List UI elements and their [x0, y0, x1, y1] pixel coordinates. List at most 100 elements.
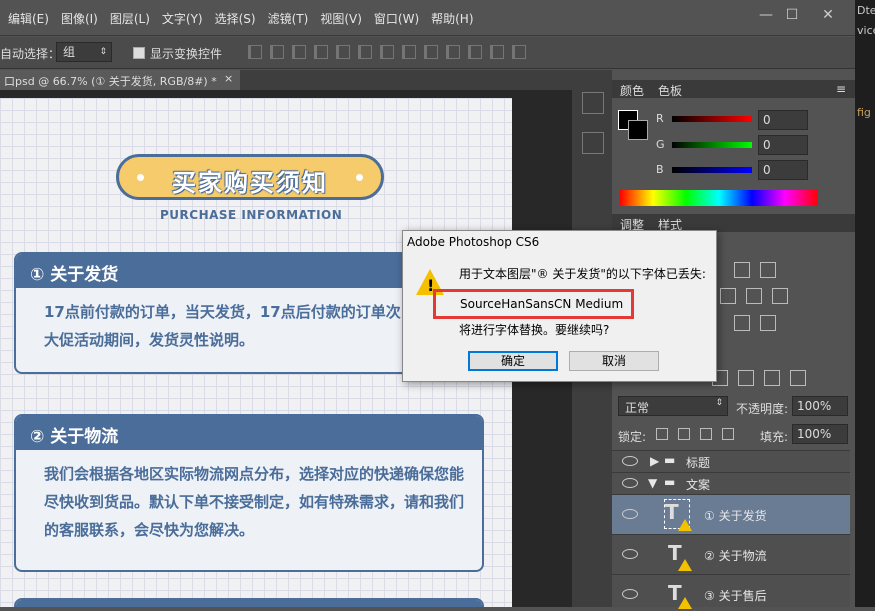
section-card-logistics: ② 关于物流 我们会根据各地区实际物流网点分布，选择对应的快递确保您能尽快收到货… — [14, 414, 484, 572]
background-text: fig — [857, 106, 871, 119]
layer-name: 文案 — [686, 478, 711, 492]
menu-edit[interactable]: 编辑(E) — [8, 10, 49, 27]
background-text: vice — [857, 24, 875, 37]
menu-image[interactable]: 图像(I) — [61, 10, 98, 27]
menu-select[interactable]: 选择(S) — [215, 10, 256, 27]
auto-select-dropdown[interactable]: 组 ⇕ — [56, 42, 112, 62]
expand-arrow-icon[interactable]: ▶ — [650, 454, 659, 468]
ok-button[interactable]: 确定 — [468, 351, 558, 371]
gradient-icon[interactable] — [760, 315, 776, 331]
missing-font-highlight: SourceHanSansCN Medium — [433, 289, 634, 319]
layer-row-text-selected[interactable]: T ① 关于发货 — [612, 494, 850, 534]
eye-icon[interactable] — [622, 549, 638, 559]
layer-row-text[interactable]: T ② 关于物流 — [612, 534, 850, 574]
eye-icon[interactable] — [622, 509, 638, 519]
lock-all-icon[interactable] — [722, 428, 734, 440]
distribute-vcenter-icon[interactable] — [402, 45, 416, 59]
distribute-bottom-icon[interactable] — [424, 45, 438, 59]
menu-type[interactable]: 文字(Y) — [162, 10, 203, 27]
document-subtitle: PURCHASE INFORMATION — [160, 208, 343, 222]
opacity-input[interactable]: 100% — [792, 396, 848, 416]
auto-align-icon[interactable] — [512, 45, 526, 59]
folder-open-icon: ▬ — [664, 475, 676, 489]
adjustment-icons-row3 — [734, 315, 786, 331]
options-bar: 自动选择： 组 ⇕ 显示变换控件 — [0, 37, 855, 69]
lock-transparent-icon[interactable] — [656, 428, 668, 440]
color-spectrum[interactable] — [620, 190, 818, 206]
channel-g-label: G — [656, 138, 665, 151]
document-tab-bar: 口psd @ 66.7% (① 关于发货, RGB/8#) * × — [0, 70, 572, 90]
channel-r-slider[interactable] — [672, 116, 752, 122]
fill-input[interactable]: 100% — [792, 424, 848, 444]
align-left-icon[interactable] — [314, 45, 328, 59]
channel-b-slider[interactable] — [672, 167, 752, 173]
align-right-icon[interactable] — [358, 45, 372, 59]
restore-button[interactable]: ☐ — [778, 6, 806, 24]
layer-name: 标题 — [686, 456, 711, 470]
lock-icons — [656, 428, 744, 440]
layer-filter-icons — [712, 370, 816, 386]
dialog-question: 将进行字体替换。要继续吗? — [459, 323, 610, 337]
lock-pixels-icon[interactable] — [678, 428, 690, 440]
auto-select-label: 自动选择： — [0, 47, 61, 61]
layer-name: ① 关于发货 — [704, 509, 767, 523]
eye-icon[interactable] — [622, 589, 638, 599]
folder-icon: ▬ — [664, 453, 676, 467]
layer-row-text[interactable]: T ③ 关于售后 — [612, 574, 850, 609]
color-lookup-icon[interactable] — [772, 288, 788, 304]
channel-g-slider[interactable] — [672, 142, 752, 148]
panel-menu-icon[interactable]: ≡ — [836, 82, 846, 96]
blend-mode-dropdown[interactable]: 正常 ⇕ — [618, 396, 728, 416]
section-card-partial — [14, 598, 484, 607]
channel-mixer-icon[interactable] — [746, 288, 762, 304]
align-top-icon[interactable] — [248, 45, 262, 59]
photo-filter-icon[interactable] — [720, 288, 736, 304]
title-banner: 买家购买须知 — [116, 154, 384, 200]
cancel-button[interactable]: 取消 — [569, 351, 659, 371]
filter-smart-icon[interactable] — [790, 370, 806, 386]
minimize-button[interactable]: — — [752, 6, 780, 24]
channel-g-input[interactable]: 0 — [758, 135, 808, 155]
distribute-hcenter-icon[interactable] — [468, 45, 482, 59]
align-vcenter-icon[interactable] — [270, 45, 284, 59]
tab-color[interactable]: 颜色 — [620, 82, 644, 99]
close-button[interactable]: ✕ — [814, 6, 842, 24]
adjustment-icons-row2 — [720, 288, 798, 304]
properties-panel-icon[interactable] — [582, 132, 604, 154]
distribute-left-icon[interactable] — [446, 45, 460, 59]
eye-icon[interactable] — [622, 478, 638, 488]
document-tab[interactable]: 口psd @ 66.7% (① 关于发货, RGB/8#) * × — [0, 70, 240, 90]
distribute-top-icon[interactable] — [380, 45, 394, 59]
auto-select-value: 组 — [63, 45, 76, 59]
show-transform-checkbox[interactable] — [133, 47, 145, 59]
filter-type-icon[interactable] — [738, 370, 754, 386]
menu-view[interactable]: 视图(V) — [320, 10, 362, 27]
tab-swatches[interactable]: 色板 — [658, 82, 682, 99]
menu-help[interactable]: 帮助(H) — [431, 10, 473, 27]
triangle-icon[interactable] — [760, 262, 776, 278]
channel-r-label: R — [656, 112, 664, 125]
close-tab-icon[interactable]: × — [224, 72, 233, 85]
eye-icon[interactable] — [622, 456, 638, 466]
background-swatch[interactable] — [628, 120, 648, 140]
dialog-body: ! 用于文本图层"® 关于发货"的以下字体已丢失: SourceHanSansC… — [403, 255, 716, 381]
menu-window[interactable]: 窗口(W) — [374, 10, 419, 27]
menu-layer[interactable]: 图层(L) — [110, 10, 150, 27]
missing-font-dialog: Adobe Photoshop CS6 ! 用于文本图层"® 关于发货"的以下字… — [402, 230, 717, 382]
layer-row-group-copy[interactable]: ▼ ▬ 文案 — [612, 472, 850, 494]
channel-b-input[interactable]: 0 — [758, 160, 808, 180]
distribute-right-icon[interactable] — [490, 45, 504, 59]
gradient-map-icon[interactable] — [734, 262, 750, 278]
blend-mode-value: 正常 — [625, 401, 650, 415]
channel-r-input[interactable]: 0 — [758, 110, 808, 130]
collapse-arrow-icon[interactable]: ▼ — [648, 476, 657, 490]
filter-shape-icon[interactable] — [764, 370, 780, 386]
history-panel-icon[interactable] — [582, 92, 604, 114]
selective-color-icon[interactable] — [734, 315, 750, 331]
lock-position-icon[interactable] — [700, 428, 712, 440]
menu-filter[interactable]: 滤镜(T) — [268, 10, 309, 27]
align-bottom-icon[interactable] — [292, 45, 306, 59]
section-heading-partial — [16, 600, 482, 607]
layer-row-group-title[interactable]: ▶ ▬ 标题 — [612, 450, 850, 472]
align-hcenter-icon[interactable] — [336, 45, 350, 59]
